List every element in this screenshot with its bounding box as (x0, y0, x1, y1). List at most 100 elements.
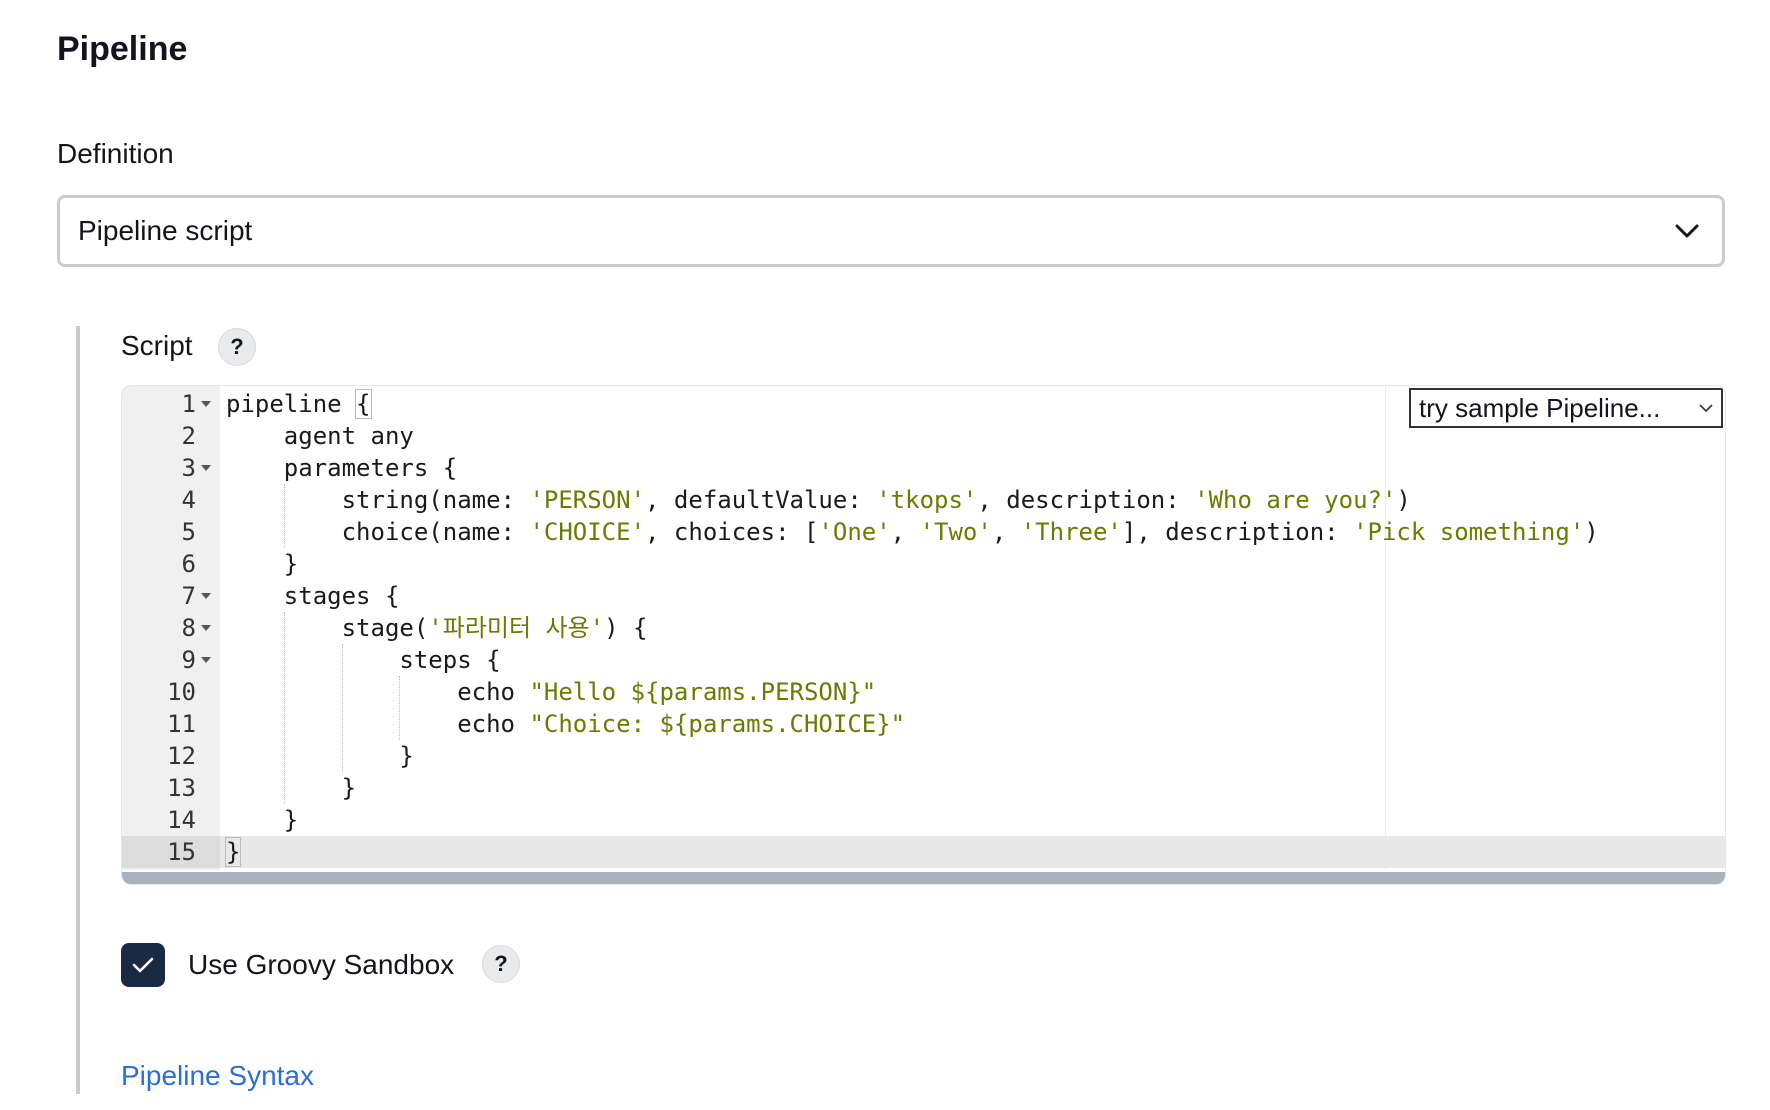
code-line[interactable]: 12 } (122, 740, 1725, 772)
code-text: } (226, 548, 298, 580)
line-number: 14 (167, 806, 196, 834)
code-token: , description: (977, 486, 1195, 514)
code-token: stage( (226, 614, 429, 642)
indent-guide (341, 644, 343, 772)
line-number: 8 (181, 614, 196, 642)
code-token: } (226, 806, 299, 834)
line-number: 2 (181, 422, 196, 450)
code-line[interactable]: 9 steps { (122, 644, 1725, 676)
fold-toggle-icon[interactable] (201, 593, 211, 599)
code-line[interactable]: 7 stages { (122, 580, 1725, 612)
fold-toggle-icon[interactable] (201, 657, 211, 663)
code-line[interactable]: 8 stage('파라미터 사용') { (122, 612, 1725, 644)
code-token: echo (226, 678, 530, 706)
code-token: , defaultValue: (645, 486, 877, 514)
code-line[interactable]: 4 string(name: 'PERSON', defaultValue: '… (122, 484, 1725, 516)
code-text: string(name: 'PERSON', defaultValue: 'tk… (226, 484, 1411, 516)
line-number: 11 (167, 710, 196, 738)
line-number: 9 (181, 646, 196, 674)
indent-guide (399, 676, 401, 740)
code-token: } (226, 742, 414, 770)
code-line[interactable]: 5 choice(name: 'CHOICE', choices: ['One'… (122, 516, 1725, 548)
line-number: 12 (167, 742, 196, 770)
code-token: string(name: (226, 486, 530, 514)
code-text: agent any (226, 420, 414, 452)
code-token: ) (1396, 486, 1411, 514)
code-token: ], description: (1121, 518, 1354, 546)
code-token: , choices: [ (645, 518, 819, 546)
code-line[interactable]: 15} (122, 836, 1725, 868)
fold-toggle-icon[interactable] (201, 465, 211, 471)
code-token: , (991, 518, 1021, 546)
line-number: 3 (181, 454, 196, 482)
nested-section-border (76, 326, 80, 1094)
code-line[interactable]: 14 } (122, 804, 1725, 836)
string-token: 'tkops' (876, 486, 978, 514)
indent-guide (283, 612, 285, 804)
code-token: stages { (226, 582, 400, 610)
code-text: } (224, 836, 242, 868)
string-token: 'Pick something' (1353, 518, 1585, 546)
indent-guide (283, 484, 285, 548)
code-editor[interactable]: 1 pipeline {2 agent any 3 parameters {4 st… (121, 385, 1726, 885)
definition-select-value: Pipeline script (78, 215, 253, 246)
definition-select[interactable]: Pipeline script (57, 195, 1725, 267)
sample-pipeline-select-value: try sample Pipeline... (1419, 392, 1661, 423)
string-token: 'One' (818, 518, 891, 546)
string-token: 'Two' (919, 518, 992, 546)
code-line[interactable]: 3 parameters { (122, 452, 1725, 484)
code-line[interactable]: 10 echo "Hello ${params.PERSON}" (122, 676, 1725, 708)
line-number: 10 (167, 678, 196, 706)
code-token: ) (1584, 518, 1599, 546)
code-token: choice(name: (226, 518, 530, 546)
fold-toggle-icon[interactable] (201, 625, 211, 631)
code-token: } (224, 837, 242, 867)
code-text: echo "Hello ${params.PERSON}" (226, 676, 876, 708)
code-token: } (226, 550, 299, 578)
code-text: parameters { (226, 452, 457, 484)
section-title: Pipeline (57, 30, 188, 68)
line-number: 15 (122, 836, 220, 868)
string-token: "Hello ${params.PERSON}" (529, 678, 877, 706)
code-token: ) { (604, 614, 648, 642)
code-text: stage('파라미터 사용') { (226, 612, 648, 644)
code-text: } (226, 772, 356, 804)
code-text: steps { (226, 644, 501, 676)
groovy-sandbox-checkbox[interactable] (121, 943, 165, 987)
fold-toggle-icon[interactable] (201, 401, 211, 407)
code-token: echo (226, 710, 530, 738)
line-number: 13 (167, 774, 196, 802)
code-token: agent any (226, 422, 414, 450)
script-help-button[interactable]: ? (218, 328, 256, 366)
chevron-down-icon (1675, 224, 1699, 238)
string-token: 'Three' (1020, 518, 1122, 546)
code-token: steps { (226, 646, 501, 674)
code-token: pipeline (226, 390, 357, 418)
checkmark-icon (132, 957, 154, 973)
code-text: pipeline { (226, 388, 372, 420)
sandbox-help-button[interactable]: ? (482, 945, 520, 983)
code-token: parameters { (226, 454, 458, 482)
code-token: , (890, 518, 920, 546)
groovy-sandbox-label[interactable]: Use Groovy Sandbox (188, 949, 454, 981)
sample-pipeline-select[interactable]: try sample Pipeline... (1409, 388, 1723, 428)
code-text: echo "Choice: ${params.CHOICE}" (226, 708, 905, 740)
code-token: } (226, 774, 357, 802)
string-token: "Choice: ${params.CHOICE}" (529, 710, 906, 738)
code-text: } (226, 740, 414, 772)
code-line[interactable]: 11 echo "Choice: ${params.CHOICE}" (122, 708, 1725, 740)
line-number: 4 (181, 486, 196, 514)
line-number: 5 (181, 518, 196, 546)
string-token: '파라미터 사용' (428, 614, 605, 642)
string-token: 'CHOICE' (529, 518, 646, 546)
pipeline-syntax-link[interactable]: Pipeline Syntax (121, 1060, 314, 1092)
code-text: } (226, 804, 298, 836)
string-token: 'Who are you?' (1194, 486, 1397, 514)
code-text: choice(name: 'CHOICE', choices: ['One', … (226, 516, 1599, 548)
horizontal-scrollbar[interactable] (122, 872, 1725, 884)
chevron-down-icon (1699, 404, 1713, 413)
code-line[interactable]: 6 } (122, 548, 1725, 580)
string-token: 'PERSON' (529, 486, 646, 514)
definition-label: Definition (57, 138, 174, 169)
code-line[interactable]: 13 } (122, 772, 1725, 804)
